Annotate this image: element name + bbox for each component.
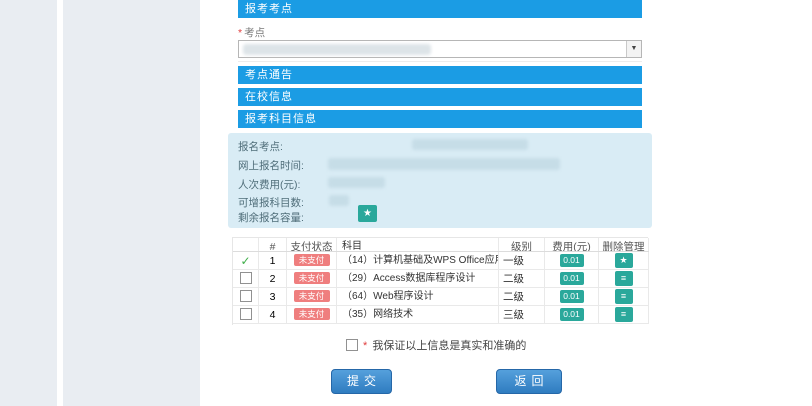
section-header-school-info[interactable]: 在校信息 — [238, 88, 642, 106]
subject-name: （64）Web程序设计 — [337, 288, 499, 305]
row-checkbox[interactable] — [240, 272, 252, 284]
subject-level: 二级 — [499, 270, 545, 287]
row-checkbox[interactable] — [240, 308, 252, 320]
header-checkbox-col — [233, 238, 259, 251]
table-row: 3 未支付 （64）Web程序设计 二级 0.01 ≡ — [233, 288, 649, 306]
back-button[interactable]: 返回 — [496, 369, 562, 394]
header-subject: 科目 — [337, 238, 499, 251]
divider — [238, 61, 642, 62]
agreement-row: * 我保证以上信息是真实和准确的 — [346, 337, 526, 353]
required-mark: * — [238, 27, 242, 39]
check-icon[interactable]: ✓ — [240, 254, 250, 268]
label-fee-per-person: 人次费用(元): — [238, 177, 300, 192]
status-badge: 未支付 — [294, 308, 330, 320]
subjects-table: # 支付状态 科目 级别 费用(元) 删除管理 ✓ 1 未支付 （14）计算机基… — [232, 237, 648, 325]
status-badge: 未支付 — [294, 272, 330, 284]
label-remaining-capacity: 剩余报名容量: — [238, 210, 304, 225]
submit-button[interactable]: 提交 — [331, 369, 392, 394]
section-header-notice[interactable]: 考点通告 — [238, 66, 642, 84]
row-checkbox[interactable] — [240, 290, 252, 302]
required-mark: * — [363, 340, 367, 352]
agreement-checkbox[interactable] — [346, 339, 358, 351]
row-number: 1 — [259, 252, 287, 269]
main-content: 报考考点 *考点 ▼ 考点通告 在校信息 报考科目信息 报名考点: 网上报名时间… — [200, 0, 812, 406]
delete-button list-icon[interactable]: ≡ — [615, 271, 633, 286]
subject-name: （14）计算机基础及WPS Office应用 — [337, 252, 499, 269]
status-badge: 未支付 — [294, 290, 330, 302]
redacted-registration-time-value — [328, 158, 560, 170]
header-pay-status: 支付状态 — [287, 238, 337, 251]
exam-site-field-label: *考点 — [238, 25, 265, 40]
section-header-subject-info[interactable]: 报考科目信息 — [238, 110, 642, 128]
fee-badge[interactable]: 0.01 — [560, 290, 584, 303]
exam-site-select[interactable]: ▼ — [238, 40, 642, 58]
action-button star-icon[interactable]: ★ — [615, 253, 633, 268]
row-number: 2 — [259, 270, 287, 287]
redacted-addable-subjects-value — [329, 195, 349, 206]
registration-info-panel: 报名考点: 网上报名时间: 人次费用(元): 可增报科目数: 剩余报名容量: ★ — [228, 133, 652, 228]
subject-level: 一级 — [499, 252, 545, 269]
status-badge: 未支付 — [294, 254, 330, 266]
header-level: 级别 — [499, 238, 545, 251]
subject-name: （35）网络技术 — [337, 306, 499, 323]
header-fee: 费用(元) — [545, 238, 599, 251]
table-row: 2 未支付 （29）Access数据库程序设计 二级 0.01 ≡ — [233, 270, 649, 288]
row-number: 4 — [259, 306, 287, 323]
fee-badge[interactable]: 0.01 — [560, 308, 584, 321]
agreement-text: 我保证以上信息是真实和准确的 — [372, 340, 526, 352]
chevron-down-icon[interactable]: ▼ — [626, 41, 641, 57]
delete-button list-icon[interactable]: ≡ — [615, 307, 633, 322]
section-title: 报考考点 — [245, 3, 293, 15]
remaining-capacity-badge star-icon[interactable]: ★ — [358, 205, 377, 222]
redacted-exam-site-value — [412, 139, 528, 150]
label-addable-subjects: 可增报科目数: — [238, 195, 304, 210]
page-left-strip — [57, 0, 63, 406]
delete-button list-icon[interactable]: ≡ — [615, 289, 633, 304]
table-row: ✓ 1 未支付 （14）计算机基础及WPS Office应用 一级 0.01 ★ — [233, 252, 649, 270]
redacted-fee-value — [328, 177, 385, 188]
fee-badge[interactable]: 0.01 — [560, 254, 584, 267]
table-row: 4 未支付 （35）网络技术 三级 0.01 ≡ — [233, 306, 649, 324]
subject-level: 三级 — [499, 306, 545, 323]
header-delete-manage: 删除管理 — [599, 238, 649, 251]
subject-name: （29）Access数据库程序设计 — [337, 270, 499, 287]
redacted-selected-value — [243, 44, 431, 55]
table-header-row: # 支付状态 科目 级别 费用(元) 删除管理 — [233, 238, 649, 252]
header-num: # — [259, 238, 287, 251]
page-left-background — [0, 0, 200, 406]
subject-level: 二级 — [499, 288, 545, 305]
section-header-exam-site: 报考考点 — [238, 0, 642, 18]
fee-badge[interactable]: 0.01 — [560, 272, 584, 285]
row-number: 3 — [259, 288, 287, 305]
label-registration-time: 网上报名时间: — [238, 158, 304, 173]
label-exam-site: 报名考点: — [238, 139, 283, 154]
